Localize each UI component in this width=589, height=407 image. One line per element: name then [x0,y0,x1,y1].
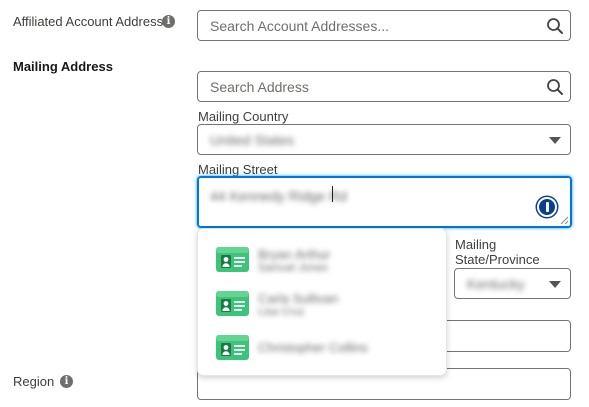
affiliated-account-address-placeholder: Search Account Addresses... [210,17,389,34]
mailing-state-value: Kentucky [467,275,525,292]
chevron-down-icon[interactable] [548,135,562,145]
mailing-country-value: United States [210,131,295,148]
search-icon[interactable] [546,78,564,96]
affiliated-account-address-search-input[interactable]: Search Account Addresses... [197,10,571,41]
mailing-country-select[interactable]: United States [197,124,571,155]
affiliated-account-address-label: Affiliated Account Address [13,14,164,29]
suggestion-line1: Carla Sullivan [258,291,339,306]
mailing-street-value: 44 Kennedy Ridge Rd [210,188,347,204]
suggestion-line2: Samuel Jones [258,262,328,274]
address-suggestions-dropdown: Bryan Arthur Samuel Jones Carla Sullivan… [197,228,447,376]
contact-card-icon [216,291,249,316]
suggestion-line1: Christopher Collins [258,340,368,355]
mailing-country-label: Mailing Country [198,109,289,124]
contact-card-icon [216,247,249,272]
chevron-down-icon[interactable] [548,279,562,289]
search-icon[interactable] [546,17,564,35]
mailing-street-textarea[interactable]: 44 Kennedy Ridge Rd [197,176,572,228]
mailing-state-select[interactable]: Kentucky [454,268,571,299]
suggestion-line2: Lisa Cruz [258,306,305,318]
info-icon[interactable]: i [162,15,175,28]
suggestion-line1: Bryan Arthur [258,247,331,262]
mailing-address-search-input[interactable]: Search Address [197,71,571,102]
mailing-street-label: Mailing Street [198,162,278,177]
mailing-address-search-placeholder: Search Address [210,78,309,95]
mailing-state-label-line2: State/Province [455,252,540,267]
text-cursor [332,186,333,202]
contact-card-icon [216,335,249,360]
password-manager-icon[interactable] [537,197,557,217]
region-label: Region [13,374,55,389]
suggestion-item[interactable]: Carla Sullivan Lisa Cruz [216,285,436,321]
resize-handle-icon[interactable] [560,216,569,225]
mailing-address-section-label: Mailing Address [13,59,113,74]
suggestion-item[interactable]: Bryan Arthur Samuel Jones [216,241,436,277]
suggestion-item[interactable]: Christopher Collins [216,329,436,365]
mailing-state-label: Mailing State/Province [455,237,540,267]
info-icon[interactable]: i [60,375,73,388]
mailing-state-label-line1: Mailing [455,237,497,252]
